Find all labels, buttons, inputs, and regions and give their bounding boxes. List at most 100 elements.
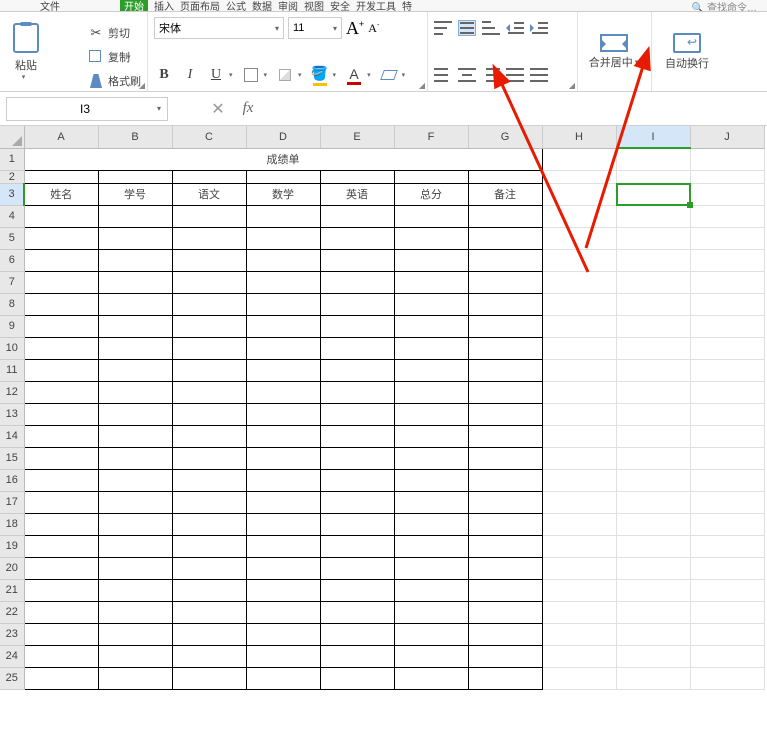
cell-H13[interactable] xyxy=(542,403,616,425)
align-top-button[interactable] xyxy=(434,20,452,36)
cell-B17[interactable] xyxy=(98,491,172,513)
cell-B14[interactable] xyxy=(98,425,172,447)
cell-A17[interactable] xyxy=(24,491,98,513)
cell-H24[interactable] xyxy=(542,645,616,667)
row-header-20[interactable]: 20 xyxy=(0,557,24,579)
col-header-D[interactable]: D xyxy=(246,126,320,148)
cell-style-button[interactable] xyxy=(275,65,295,85)
cell-E13[interactable] xyxy=(320,403,394,425)
cell-F13[interactable] xyxy=(394,403,468,425)
cancel-formula-button[interactable]: ✕ xyxy=(208,99,228,119)
cell-C2[interactable] xyxy=(172,170,246,183)
cell-G16[interactable] xyxy=(468,469,542,491)
cell-J23[interactable] xyxy=(690,623,764,645)
cell-A23[interactable] xyxy=(24,623,98,645)
cell-J4[interactable] xyxy=(690,205,764,227)
cell-C7[interactable] xyxy=(172,271,246,293)
cell-C18[interactable] xyxy=(172,513,246,535)
print-icon[interactable] xyxy=(84,1,98,11)
cell-H20[interactable] xyxy=(542,557,616,579)
cell-A11[interactable] xyxy=(24,359,98,381)
col-header-G[interactable]: G xyxy=(468,126,542,148)
menu-file[interactable]: 文件 xyxy=(40,0,60,12)
cell-G13[interactable] xyxy=(468,403,542,425)
cell-B12[interactable] xyxy=(98,381,172,403)
name-box[interactable]: I3 ▾ xyxy=(6,97,168,121)
row-header-13[interactable]: 13 xyxy=(0,403,24,425)
merge-center-button[interactable]: 合并居中▾ xyxy=(589,34,641,70)
cell-I13[interactable] xyxy=(616,403,690,425)
cell-A5[interactable] xyxy=(24,227,98,249)
sheet-title[interactable]: 成绩单 xyxy=(24,148,542,170)
cell-J8[interactable] xyxy=(690,293,764,315)
cell-B25[interactable] xyxy=(98,667,172,689)
cell-D14[interactable] xyxy=(246,425,320,447)
cell-J24[interactable] xyxy=(690,645,764,667)
cell-F16[interactable] xyxy=(394,469,468,491)
cell-A22[interactable] xyxy=(24,601,98,623)
cell-H5[interactable] xyxy=(542,227,616,249)
cell-F14[interactable] xyxy=(394,425,468,447)
format-painter-button[interactable]: 格式刷 xyxy=(88,70,141,92)
cell-I4[interactable] xyxy=(616,205,690,227)
cell-I11[interactable] xyxy=(616,359,690,381)
col-header-J[interactable]: J xyxy=(690,126,764,148)
cell-J18[interactable] xyxy=(690,513,764,535)
cell-F24[interactable] xyxy=(394,645,468,667)
cell-E18[interactable] xyxy=(320,513,394,535)
cell-I24[interactable] xyxy=(616,645,690,667)
cell-E21[interactable] xyxy=(320,579,394,601)
cell-E14[interactable] xyxy=(320,425,394,447)
cell-J14[interactable] xyxy=(690,425,764,447)
col-header-F[interactable]: F xyxy=(394,126,468,148)
cell-F9[interactable] xyxy=(394,315,468,337)
cell-E15[interactable] xyxy=(320,447,394,469)
cell-D15[interactable] xyxy=(246,447,320,469)
cell-D8[interactable] xyxy=(246,293,320,315)
cell-J21[interactable] xyxy=(690,579,764,601)
cell-J20[interactable] xyxy=(690,557,764,579)
row-header-17[interactable]: 17 xyxy=(0,491,24,513)
cell-C17[interactable] xyxy=(172,491,246,513)
select-all-corner[interactable] xyxy=(0,126,24,148)
tab-formula[interactable]: 公式 xyxy=(226,0,246,12)
cell-G2[interactable] xyxy=(468,170,542,183)
cell-A9[interactable] xyxy=(24,315,98,337)
cell-A18[interactable] xyxy=(24,513,98,535)
col-header-A[interactable]: A xyxy=(24,126,98,148)
cell-F22[interactable] xyxy=(394,601,468,623)
cell-I25[interactable] xyxy=(616,667,690,689)
cell-H15[interactable] xyxy=(542,447,616,469)
row-header-8[interactable]: 8 xyxy=(0,293,24,315)
cell-J16[interactable] xyxy=(690,469,764,491)
cell-J6[interactable] xyxy=(690,249,764,271)
cell-E5[interactable] xyxy=(320,227,394,249)
cell-F23[interactable] xyxy=(394,623,468,645)
cell-B19[interactable] xyxy=(98,535,172,557)
cell-J22[interactable] xyxy=(690,601,764,623)
col-header-H[interactable]: H xyxy=(542,126,616,148)
cell-D7[interactable] xyxy=(246,271,320,293)
cell-A19[interactable] xyxy=(24,535,98,557)
cell-J10[interactable] xyxy=(690,337,764,359)
cell-A4[interactable] xyxy=(24,205,98,227)
clear-format-button[interactable] xyxy=(379,65,399,85)
save-icon[interactable] xyxy=(66,1,80,11)
cell-J2[interactable] xyxy=(690,170,764,183)
cell-D22[interactable] xyxy=(246,601,320,623)
cell-G24[interactable] xyxy=(468,645,542,667)
cell-G9[interactable] xyxy=(468,315,542,337)
cell-D20[interactable] xyxy=(246,557,320,579)
cell-B7[interactable] xyxy=(98,271,172,293)
cell-J17[interactable] xyxy=(690,491,764,513)
cell-G4[interactable] xyxy=(468,205,542,227)
cell-F6[interactable] xyxy=(394,249,468,271)
cell-H7[interactable] xyxy=(542,271,616,293)
distribute-button[interactable] xyxy=(530,67,548,83)
cell-H19[interactable] xyxy=(542,535,616,557)
cell-H23[interactable] xyxy=(542,623,616,645)
decrease-font-button[interactable]: A- xyxy=(368,21,379,36)
cell-I14[interactable] xyxy=(616,425,690,447)
cell-B3[interactable]: 学号 xyxy=(98,183,172,205)
cell-C3[interactable]: 语文 xyxy=(172,183,246,205)
